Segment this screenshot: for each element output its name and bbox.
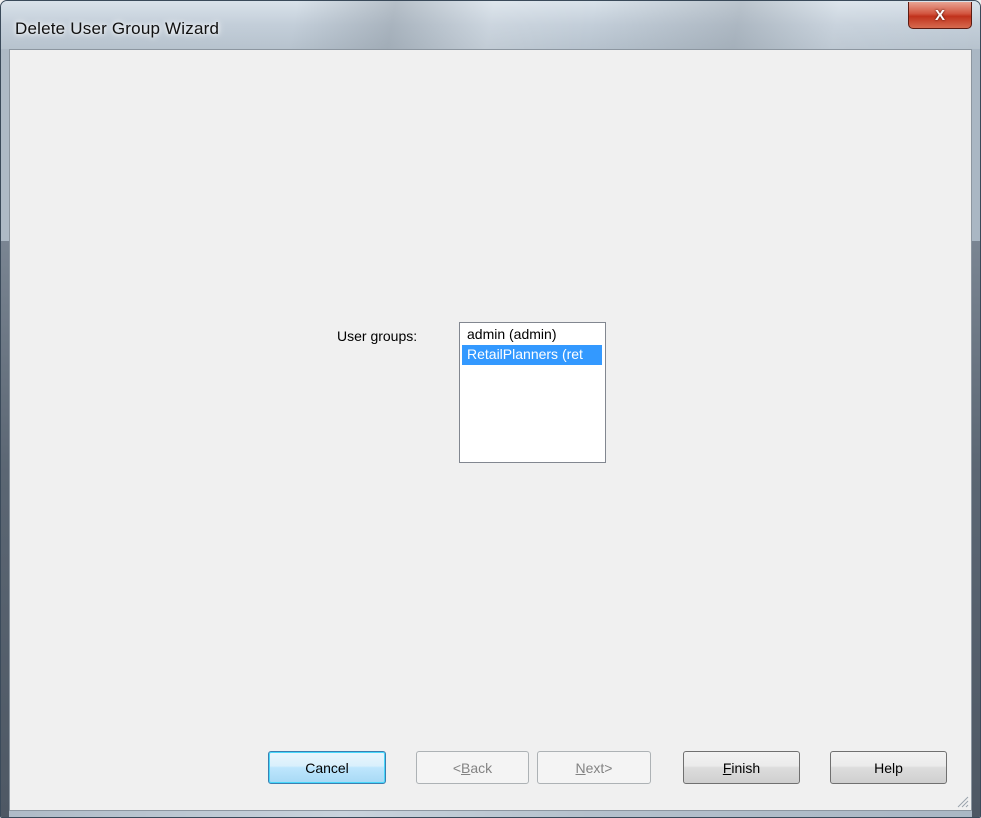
resize-grip-icon[interactable] [955,794,969,808]
cancel-button-label: Cancel [305,759,349,776]
list-item-admin[interactable]: admin (admin) [462,325,602,345]
user-groups-listbox[interactable]: admin (admin) RetailPlanners (ret [459,322,606,463]
close-icon: X [934,6,945,24]
help-button[interactable]: Help [830,751,947,784]
finish-button[interactable]: Finish [683,751,800,784]
next-button-label: Next> [575,759,613,776]
cancel-button[interactable]: Cancel [268,751,386,784]
wizard-window: Delete User Group Wizard X User groups: … [0,0,981,818]
title-bar[interactable]: Delete User Group Wizard X [1,1,980,49]
list-item-retailplanners[interactable]: RetailPlanners (ret [462,345,602,365]
window-title: Delete User Group Wizard [15,19,220,38]
close-button[interactable]: X [908,2,972,29]
wizard-content: User groups: admin (admin) RetailPlanner… [9,49,972,811]
back-button-label: <Back [452,759,493,776]
user-groups-label: User groups: [337,328,418,344]
help-button-label: Help [874,759,903,776]
next-button[interactable]: Next> [537,751,651,784]
finish-button-label: Finish [722,759,761,776]
back-button[interactable]: <Back [416,751,529,784]
